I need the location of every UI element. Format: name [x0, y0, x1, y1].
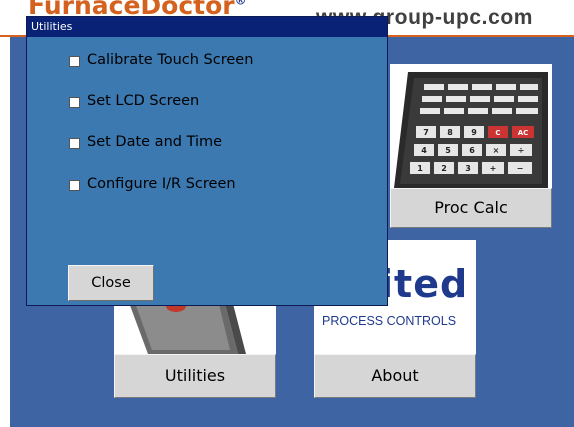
calc-key-multiply: ×	[493, 146, 500, 155]
united-logo-text: ited	[380, 262, 469, 306]
calc-key-c: C	[495, 129, 500, 137]
proc-calc-image[interactable]: 7 8 9 4 5 6 × ÷ 1 2 3 + − C AC	[390, 64, 552, 188]
utilities-button[interactable]: Utilities	[114, 354, 276, 398]
process-controls-text: PROCESS CONTROLS	[322, 314, 457, 328]
checkbox[interactable]	[69, 138, 80, 149]
calc-key-9: 9	[471, 128, 477, 137]
calc-key-divide: ÷	[518, 146, 525, 155]
dialog-title: Utilities	[31, 20, 73, 33]
calc-key-7: 7	[423, 128, 429, 137]
calc-key-minus: −	[517, 164, 524, 173]
registered-mark: ®	[234, 0, 247, 8]
option-label: Set LCD Screen	[87, 93, 200, 109]
about-button[interactable]: About	[314, 354, 476, 398]
furnace-device-icon	[128, 300, 246, 354]
checkbox[interactable]	[69, 97, 80, 108]
calc-key-2: 2	[441, 164, 447, 173]
calc-key-5: 5	[445, 146, 451, 155]
calc-key-8: 8	[447, 128, 453, 137]
option-label: Set Date and Time	[87, 134, 223, 150]
app-window: FurnaceDoctor® www.group-upc.com 7 8 9 4…	[0, 0, 574, 427]
calc-key-ac: AC	[518, 129, 529, 137]
calc-key-plus: +	[490, 164, 497, 173]
calculator-icon: 7 8 9 4 5 6 × ÷ 1 2 3 + − C AC	[390, 64, 552, 188]
utilities-dialog: Utilities Calibrate Touch Screen Set LCD…	[26, 16, 388, 306]
proc-calc-button[interactable]: Proc Calc	[390, 188, 552, 228]
calc-key-3: 3	[465, 164, 471, 173]
calc-key-1: 1	[417, 164, 423, 173]
close-button[interactable]: Close	[68, 265, 154, 301]
option-label: Configure I/R Screen	[87, 176, 236, 192]
calc-key-6: 6	[469, 146, 475, 155]
checkbox[interactable]	[69, 180, 80, 191]
calc-key-4: 4	[421, 146, 427, 155]
option-label: Calibrate Touch Screen	[87, 52, 254, 68]
utilities-tile-image[interactable]	[114, 300, 276, 354]
checkbox[interactable]	[69, 56, 80, 67]
dialog-title-bar[interactable]: Utilities	[27, 17, 387, 37]
